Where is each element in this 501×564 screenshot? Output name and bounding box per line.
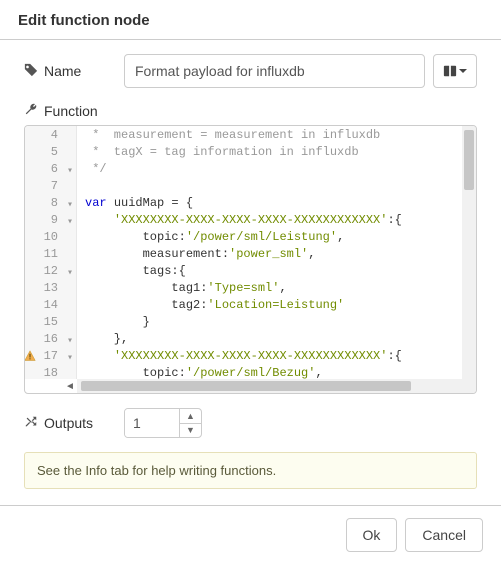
outputs-spinner[interactable]: ▲ ▼ — [124, 408, 202, 438]
name-label: Name — [24, 63, 124, 80]
fold-toggle-icon[interactable]: ▾ — [67, 350, 73, 367]
outputs-input[interactable] — [125, 409, 179, 437]
fold-toggle-icon[interactable]: ▾ — [67, 265, 73, 282]
cancel-button[interactable]: Cancel — [405, 518, 483, 552]
info-hint: See the Info tab for help writing functi… — [24, 452, 477, 489]
book-icon — [443, 64, 457, 78]
scroll-left-icon[interactable]: ◄ — [63, 379, 77, 393]
vertical-scrollbar[interactable] — [462, 126, 476, 379]
caret-down-icon — [459, 67, 467, 75]
ok-button[interactable]: Ok — [346, 518, 398, 552]
wrench-icon — [24, 102, 38, 119]
tag-icon — [24, 63, 38, 80]
function-label-text: Function — [44, 103, 98, 119]
dialog-title: Edit function node — [0, 0, 501, 40]
code-editor[interactable]: 456▾78▾9▾101112▾13141516▾17▾18 * measure… — [24, 125, 477, 394]
fold-toggle-icon[interactable]: ▾ — [67, 214, 73, 231]
outputs-label-text: Outputs — [44, 415, 93, 431]
name-label-text: Name — [44, 63, 81, 79]
function-label: Function — [24, 102, 124, 119]
fold-toggle-icon[interactable]: ▾ — [67, 197, 73, 214]
outputs-decrement[interactable]: ▼ — [180, 424, 201, 438]
horizontal-scrollbar[interactable]: ◄ ► — [77, 379, 462, 393]
outputs-increment[interactable]: ▲ — [180, 409, 201, 424]
hscroll-thumb[interactable] — [81, 381, 411, 391]
warning-icon — [25, 350, 36, 362]
outputs-label: Outputs — [24, 415, 124, 432]
library-button[interactable] — [433, 54, 477, 88]
name-input[interactable] — [124, 54, 425, 88]
fold-toggle-icon[interactable]: ▾ — [67, 163, 73, 180]
shuffle-icon — [24, 415, 38, 432]
fold-toggle-icon[interactable]: ▾ — [67, 333, 73, 350]
